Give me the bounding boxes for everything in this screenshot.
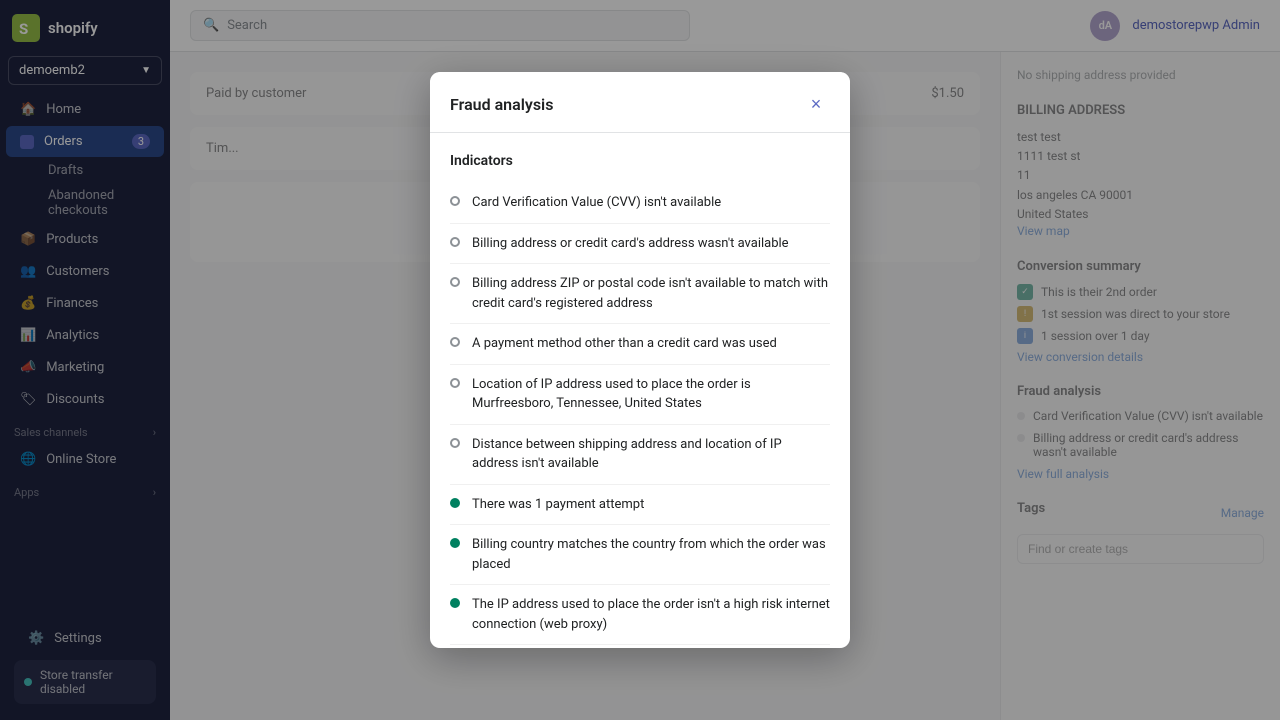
indicator-text-2: Billing address ZIP or postal code isn't… [472, 274, 830, 313]
indicator-item-2: Billing address ZIP or postal code isn't… [450, 264, 830, 324]
indicator-item-5: Distance between shipping address and lo… [450, 425, 830, 485]
indicator-item-7: Billing country matches the country from… [450, 525, 830, 585]
indicators-title: Indicators [450, 153, 830, 169]
indicator-text-6: There was 1 payment attempt [472, 495, 644, 515]
indicator-dot-5 [450, 438, 460, 448]
indicator-text-4: Location of IP address used to place the… [472, 375, 830, 414]
indicator-text-8: The IP address used to place the order i… [472, 595, 830, 634]
indicator-text-7: Billing country matches the country from… [472, 535, 830, 574]
indicator-dot-0 [450, 196, 460, 206]
fraud-analysis-modal: Fraud analysis × Indicators Card Verific… [430, 72, 850, 648]
indicator-item-8: The IP address used to place the order i… [450, 585, 830, 645]
modal-close-button[interactable]: × [802, 90, 830, 118]
indicator-dot-1 [450, 237, 460, 247]
indicator-dot-2 [450, 277, 460, 287]
indicator-dot-3 [450, 337, 460, 347]
modal-title: Fraud analysis [450, 95, 553, 114]
modal-overlay: Fraud analysis × Indicators Card Verific… [0, 0, 1280, 720]
modal-header: Fraud analysis × [430, 72, 850, 133]
indicator-dot-7 [450, 538, 460, 548]
indicator-item-6: There was 1 payment attempt [450, 485, 830, 526]
modal-body: Indicators Card Verification Value (CVV)… [430, 133, 850, 648]
indicator-text-0: Card Verification Value (CVV) isn't avai… [472, 193, 721, 213]
indicator-dot-6 [450, 498, 460, 508]
indicator-dot-8 [450, 598, 460, 608]
indicator-text-5: Distance between shipping address and lo… [472, 435, 830, 474]
indicator-item-4: Location of IP address used to place the… [450, 365, 830, 425]
indicator-item-3: A payment method other than a credit car… [450, 324, 830, 365]
indicator-text-1: Billing address or credit card's address… [472, 234, 789, 254]
indicator-item-0: Card Verification Value (CVV) isn't avai… [450, 183, 830, 224]
indicator-dot-4 [450, 378, 460, 388]
indicator-text-3: A payment method other than a credit car… [472, 334, 777, 354]
indicator-item-1: Billing address or credit card's address… [450, 224, 830, 265]
